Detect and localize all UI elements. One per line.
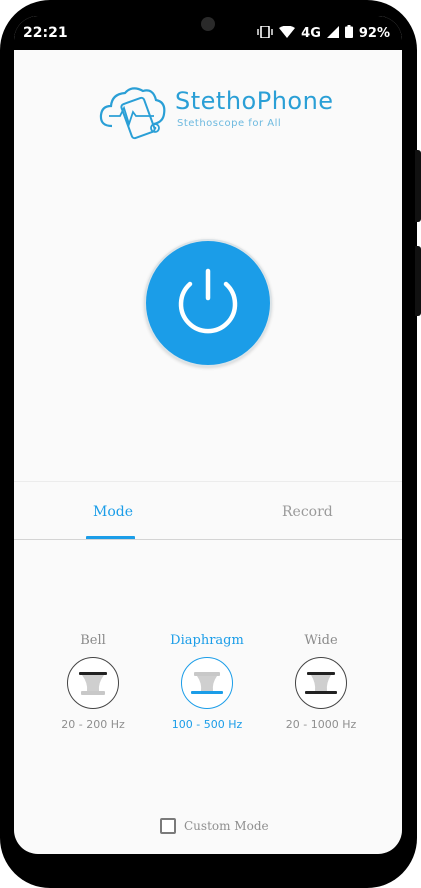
stethophone-logo-icon [99, 87, 166, 140]
mode-diaphragm[interactable]: Diaphragm 100 - 500 Hz [152, 633, 262, 731]
app-logo: StethoPhone Stethoscope for All [98, 82, 333, 142]
custom-mode-toggle[interactable]: Custom Mode [160, 818, 269, 834]
battery-level: 92% [358, 26, 390, 41]
status-bar: 22:21 4G 92% [14, 16, 402, 50]
app-screen: 22:21 4G 92% StethoPhone Stethoscope for… [14, 16, 402, 854]
tabs-divider [14, 539, 402, 540]
mode-bell[interactable]: Bell 20 - 200 Hz [38, 633, 148, 731]
custom-mode-label: Custom Mode [184, 819, 269, 833]
wifi-icon [279, 25, 296, 42]
mode-name: Wide [304, 633, 338, 648]
mode-range: 100 - 500 Hz [171, 718, 243, 731]
app-subtitle: Stethoscope for All [177, 118, 282, 129]
volume-button [415, 150, 421, 222]
battery-icon [344, 25, 353, 42]
mode-wide[interactable]: Wide 20 - 1000 Hz [266, 633, 376, 731]
mode-range: 20 - 1000 Hz [285, 718, 357, 731]
diaphragm-chestpiece-icon[interactable] [181, 657, 233, 709]
tab-bar: Mode Record [14, 481, 402, 540]
status-icons: 4G 92% [257, 24, 390, 42]
app-title: StethoPhone [175, 87, 334, 115]
power-icon [178, 268, 238, 334]
tab-record[interactable]: Record [282, 504, 333, 520]
mode-name: Bell [80, 633, 106, 648]
custom-mode-checkbox[interactable] [160, 818, 176, 834]
tab-mode[interactable]: Mode [93, 504, 133, 520]
signal-icon [326, 25, 339, 42]
mode-name: Diaphragm [170, 633, 244, 648]
power-button[interactable] [144, 239, 272, 367]
network-type: 4G [301, 26, 321, 41]
front-camera [201, 17, 215, 31]
wide-chestpiece-icon[interactable] [295, 657, 347, 709]
vibrate-icon [257, 24, 273, 42]
mode-range: 20 - 200 Hz [61, 718, 125, 731]
bell-chestpiece-icon[interactable] [67, 657, 119, 709]
status-time: 22:21 [23, 25, 68, 41]
power-side-button [415, 246, 421, 316]
